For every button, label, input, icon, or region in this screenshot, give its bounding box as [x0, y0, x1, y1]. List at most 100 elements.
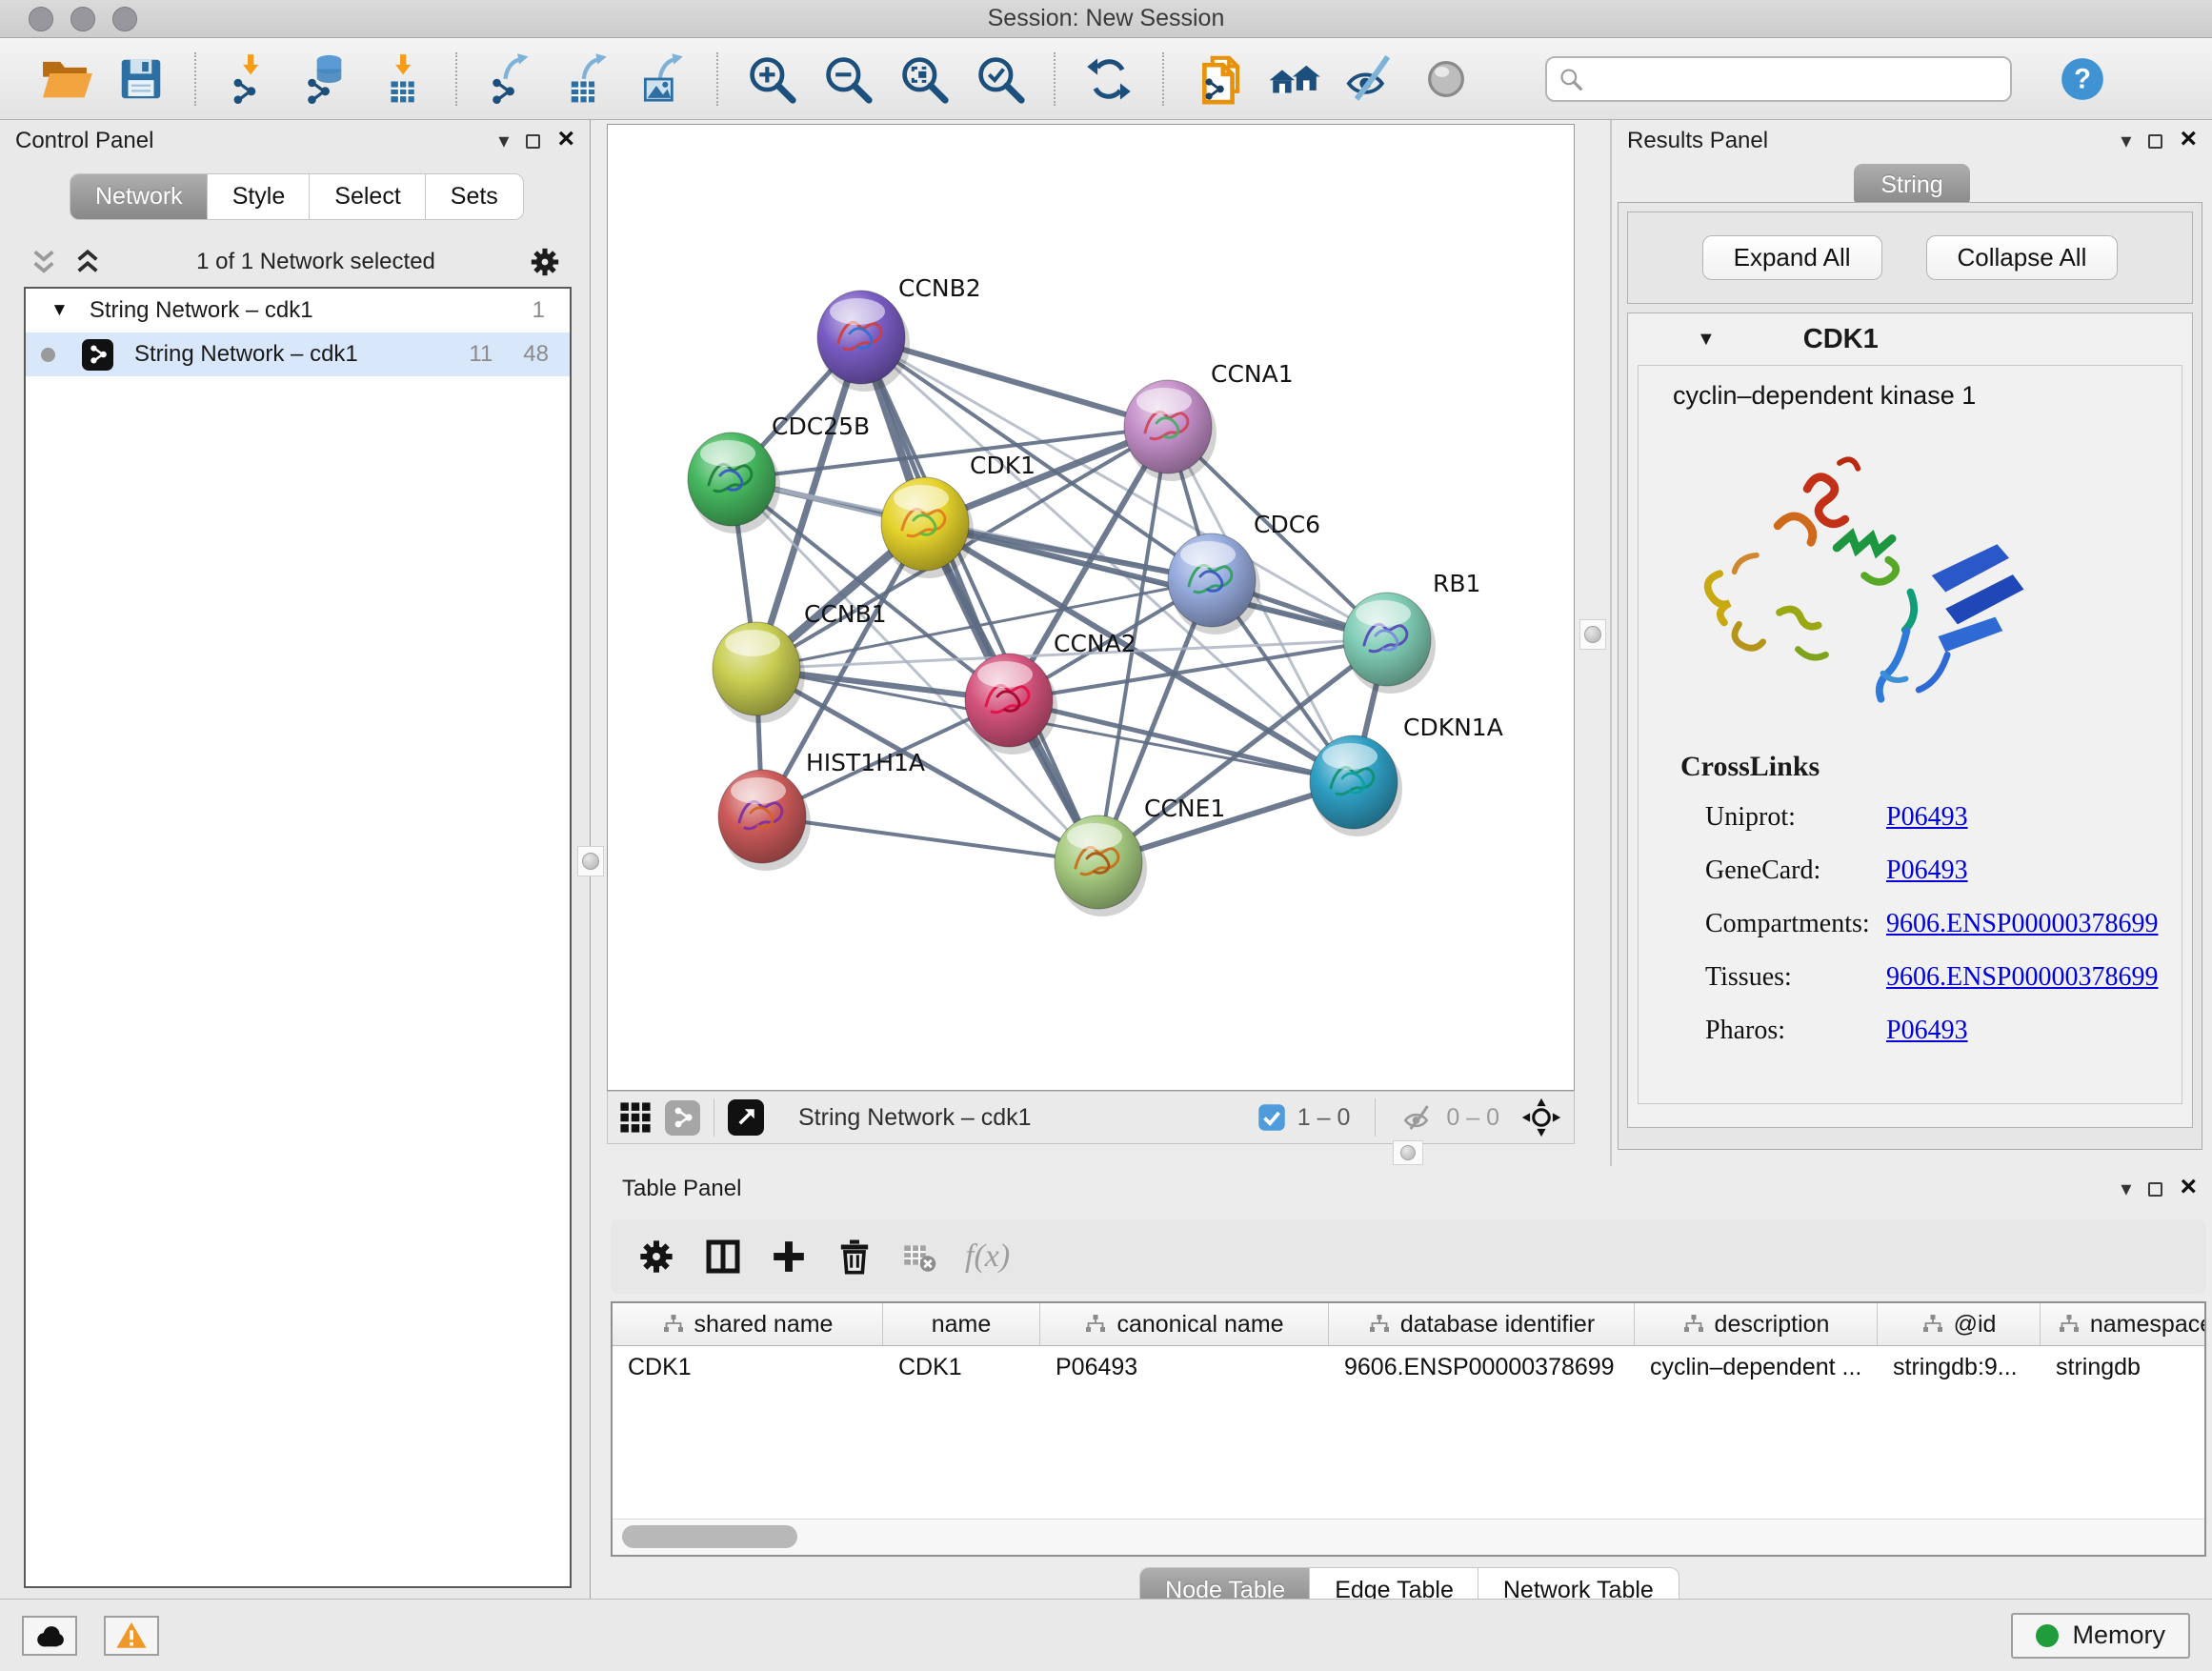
network-node-ccnb2[interactable] [817, 291, 910, 392]
show-columns-icon[interactable] [704, 1238, 742, 1276]
table-cell[interactable]: stringdb:9... [1878, 1346, 2041, 1388]
right-splitter-grip[interactable] [1579, 619, 1606, 650]
column-type-icon [1084, 1313, 1107, 1336]
open-session-button[interactable] [34, 49, 95, 110]
crosslink-link[interactable]: 9606.ENSP00000378699 [1886, 909, 2158, 939]
table-cell[interactable]: 9606.ENSP00000378699 [1329, 1346, 1635, 1388]
gene-expander-icon[interactable]: ▼ [1697, 329, 1716, 351]
export-network-button[interactable] [480, 49, 541, 110]
network-canvas[interactable]: CCNB2CCNA1CDC25BCDK1CDC6RB1CCNB1CCNA2CDK… [607, 124, 1575, 1091]
table-horizontal-scrollbar[interactable] [613, 1519, 2204, 1555]
panel-minimize-icon[interactable]: ▾ [2121, 1178, 2131, 1199]
column-header--id[interactable]: @id [1878, 1303, 2041, 1345]
import-network-from-database-button[interactable] [295, 49, 356, 110]
collapse-all-button[interactable]: Collapse All [1926, 235, 2119, 280]
network-node-cdc6[interactable] [1168, 534, 1260, 634]
selected-checkbox-icon[interactable] [1257, 1103, 1286, 1132]
network-collection-row[interactable]: ▼ String Network – cdk1 1 [26, 289, 570, 332]
table-settings-gear-icon[interactable] [637, 1238, 675, 1276]
crosslink-link[interactable]: P06493 [1886, 1016, 1968, 1046]
help-button[interactable]: ? [2052, 49, 2113, 110]
panel-float-icon[interactable] [2148, 134, 2162, 149]
zoom-in-button[interactable] [741, 49, 802, 110]
table-cell[interactable]: P06493 [1040, 1346, 1329, 1388]
zoom-selected-button[interactable] [970, 49, 1031, 110]
hide-graphics-details-button[interactable] [1339, 49, 1400, 110]
network-node-ccna1[interactable] [1124, 380, 1217, 481]
import-table-button[interactable] [372, 49, 432, 110]
zoom-out-button[interactable] [817, 49, 878, 110]
crosslink-label: Compartments: [1705, 909, 1886, 939]
refresh-view-button[interactable] [1078, 49, 1139, 110]
scrollbar-thumb[interactable] [622, 1525, 797, 1548]
table-cell[interactable]: stringdb [2041, 1346, 2206, 1388]
export-image-button[interactable] [633, 49, 694, 110]
network-edge[interactable] [1009, 700, 1354, 782]
horizontal-splitter-grip[interactable] [1393, 1140, 1423, 1165]
warnings-button[interactable] [104, 1616, 159, 1656]
home-pages-button[interactable] [1263, 49, 1324, 110]
search-field[interactable] [1545, 56, 2012, 102]
table-cell[interactable]: CDK1 [883, 1346, 1040, 1388]
crosslink-link[interactable]: 9606.ENSP00000378699 [1886, 962, 2158, 993]
collection-expander-icon[interactable]: ▼ [50, 300, 69, 321]
crosslink-label: GeneCard: [1705, 856, 1886, 886]
network-options-gear-icon[interactable] [529, 246, 561, 278]
network-node-cdc25b[interactable] [688, 433, 780, 534]
save-session-button[interactable] [111, 49, 171, 110]
network-edge[interactable] [861, 337, 1098, 862]
tab-string[interactable]: String [1854, 164, 1969, 207]
export-table-button[interactable] [556, 49, 617, 110]
crosslink-link[interactable]: P06493 [1886, 802, 1968, 833]
panel-close-icon[interactable]: × [2180, 125, 2197, 153]
crosshair-icon[interactable] [1520, 1097, 1562, 1138]
show-graphics-details-button[interactable] [1416, 49, 1477, 110]
expand-all-icon[interactable] [72, 247, 103, 277]
collapse-all-icon[interactable] [29, 247, 59, 277]
cloud-status-button[interactable] [22, 1616, 77, 1656]
panel-close-icon[interactable]: × [2180, 1173, 2197, 1201]
column-header-shared-name[interactable]: shared name [613, 1303, 883, 1345]
column-header-name[interactable]: name [883, 1303, 1040, 1345]
column-header-description[interactable]: description [1635, 1303, 1878, 1345]
import-network-button[interactable] [219, 49, 280, 110]
network-node-rb1[interactable] [1343, 593, 1436, 694]
network-from-file-button[interactable] [1187, 49, 1248, 110]
grid-view-icon[interactable] [619, 1101, 652, 1134]
column-header-namespace[interactable]: namespace [2041, 1303, 2206, 1345]
tab-select[interactable]: Select [310, 174, 425, 219]
share-view-icon[interactable] [665, 1100, 700, 1136]
add-column-icon[interactable] [771, 1238, 807, 1275]
network-node-hist1h1a[interactable] [718, 770, 811, 871]
column-header-database-identifier[interactable]: database identifier [1329, 1303, 1635, 1345]
network-node-ccne1[interactable] [1055, 815, 1147, 916]
table-row[interactable]: CDK1CDK1P064939606.ENSP00000378699cyclin… [613, 1346, 2204, 1388]
zoom-fit-button[interactable] [894, 49, 955, 110]
crosslink-link[interactable]: P06493 [1886, 856, 1968, 886]
network-node-cdk1[interactable] [881, 477, 974, 578]
panel-minimize-icon[interactable]: ▾ [498, 131, 509, 151]
network-row-selected[interactable]: String Network – cdk1 11 48 [26, 332, 570, 376]
panel-float-icon[interactable] [2148, 1182, 2162, 1197]
toolbar-separator [1162, 52, 1164, 106]
memory-button[interactable]: Memory [2011, 1613, 2190, 1659]
gene-entry-header[interactable]: ▼ CDK1 [1628, 313, 2192, 365]
delete-column-icon[interactable] [835, 1238, 874, 1276]
function-builder-icon[interactable]: f(x) [965, 1238, 1010, 1275]
expand-all-button[interactable]: Expand All [1702, 235, 1882, 280]
search-input[interactable] [1593, 66, 1999, 92]
column-header-canonical-name[interactable]: canonical name [1040, 1303, 1329, 1345]
panel-minimize-icon[interactable]: ▾ [2121, 131, 2131, 151]
delete-table-icon[interactable] [902, 1239, 936, 1274]
left-splitter-grip[interactable] [577, 846, 604, 876]
table-cell[interactable]: CDK1 [613, 1346, 883, 1388]
birdseye-view-icon[interactable] [728, 1099, 764, 1136]
tab-sets[interactable]: Sets [426, 174, 523, 219]
network-node-cdkn1a[interactable] [1310, 735, 1402, 836]
panel-close-icon[interactable]: × [557, 125, 574, 153]
panel-float-icon[interactable] [526, 134, 540, 149]
tab-style[interactable]: Style [208, 174, 311, 219]
network-edge[interactable] [762, 816, 1098, 862]
table-cell[interactable]: cyclin–dependent ... [1635, 1346, 1878, 1388]
tab-network[interactable]: Network [70, 174, 208, 219]
